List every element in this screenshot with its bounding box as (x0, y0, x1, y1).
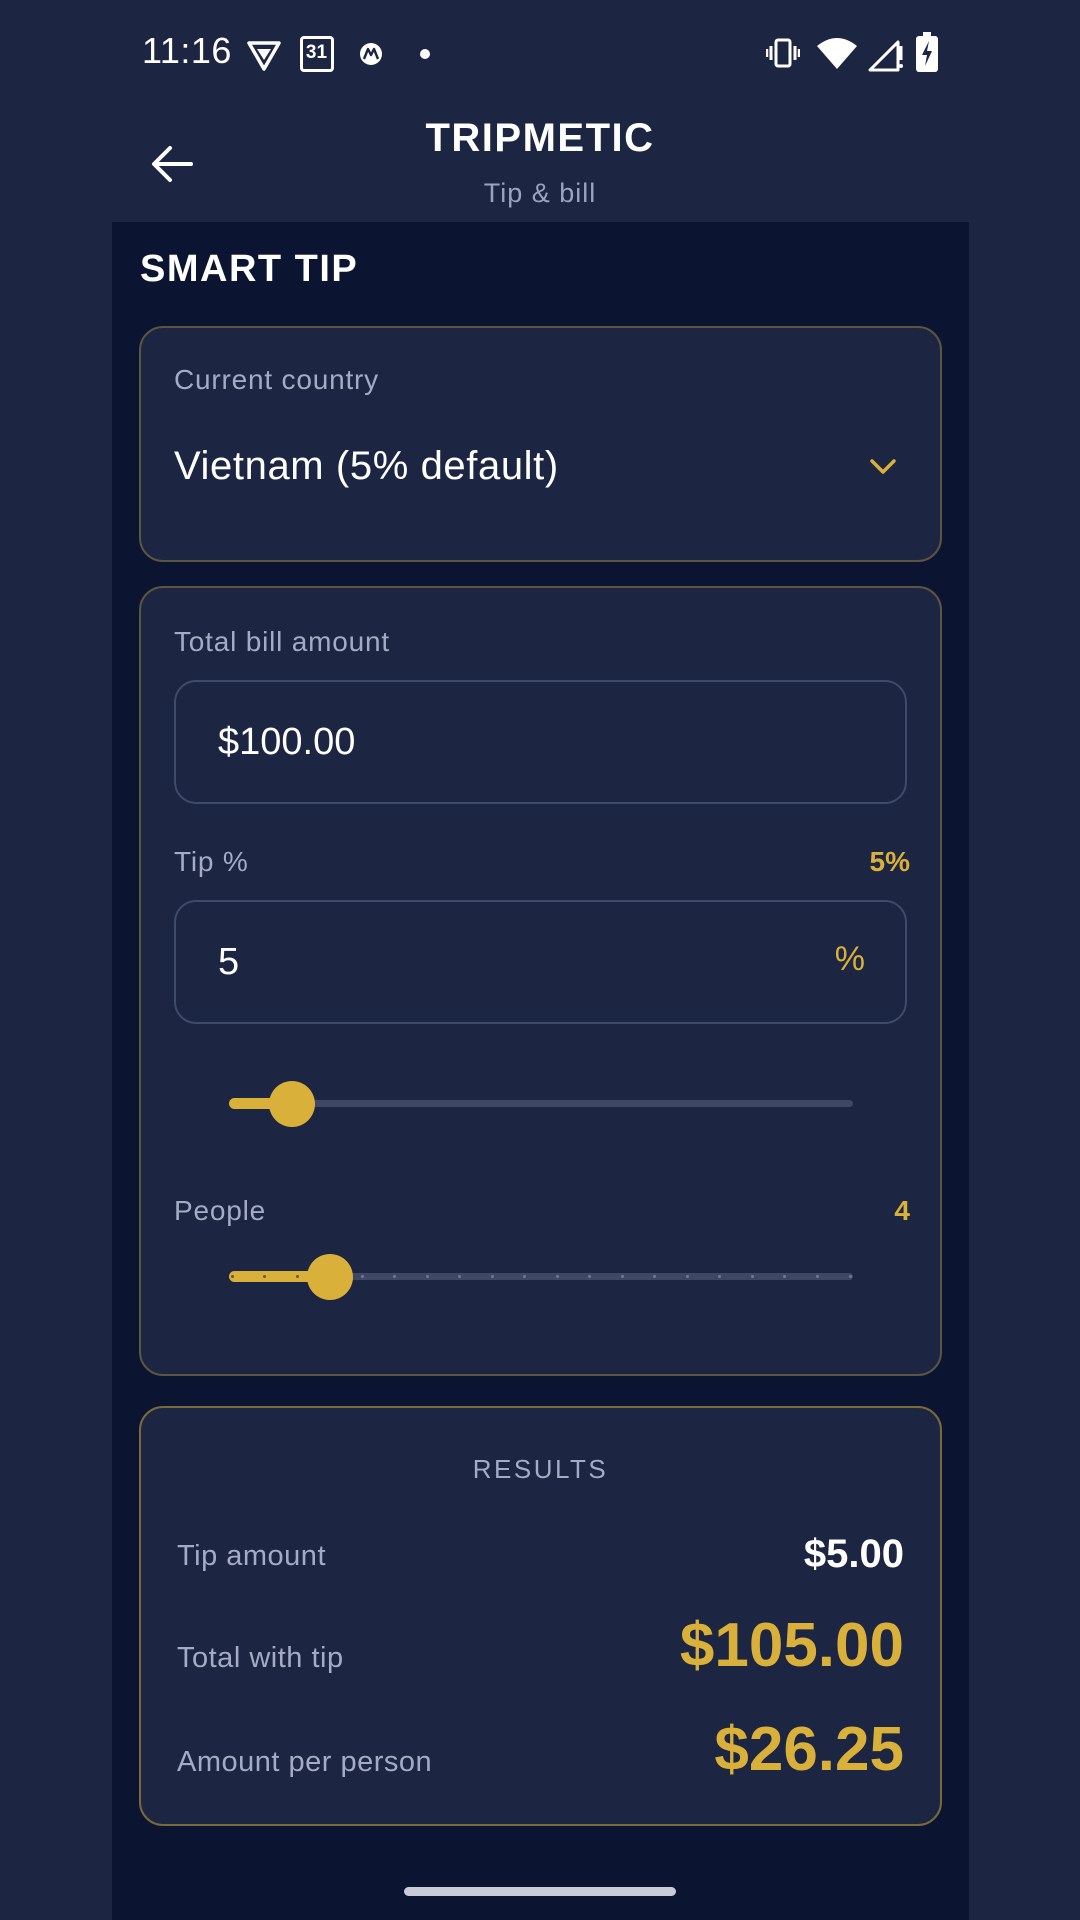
main-content: SMART TIP Current country Vietnam (5% de… (112, 222, 969, 1920)
people-label: People (174, 1195, 266, 1226)
tip-amount-label: Tip amount (177, 1540, 326, 1572)
total-with-tip-label: Total with tip (177, 1642, 344, 1674)
status-bar: 11:16 31 (0, 0, 1080, 110)
signal-icon (868, 40, 903, 72)
people-slider-tick (685, 1275, 689, 1278)
people-slider-tick (360, 1275, 364, 1278)
calendar-icon: 31 (300, 36, 334, 72)
country-dropdown[interactable]: Vietnam (5% default) (141, 428, 940, 508)
people-slider-tick (230, 1275, 234, 1278)
amount-per-person-label: Amount per person (177, 1746, 433, 1778)
notification-dot-icon (420, 49, 430, 59)
people-slider-tick (263, 1275, 267, 1278)
app-title: TRIPMETIC (425, 116, 655, 160)
bill-label: Total bill amount (174, 626, 390, 657)
country-selected-value: Vietnam (5% default) (174, 444, 559, 488)
people-slider-tick (620, 1275, 624, 1278)
bill-amount-input[interactable] (216, 682, 816, 802)
motorola-icon (360, 43, 382, 65)
vibrate-icon (766, 38, 800, 68)
bill-amount-field[interactable] (174, 680, 907, 804)
section-title: SMART TIP (140, 248, 359, 290)
tip-percent-field[interactable]: % (174, 900, 907, 1024)
tip-slider-thumb[interactable] (268, 1081, 315, 1127)
navigation-handle[interactable] (404, 1887, 676, 1896)
bill-input-card: Total bill amount Tip % 5% % People 4 (139, 586, 942, 1376)
people-slider-thumb[interactable] (306, 1254, 353, 1300)
country-label: Current country (174, 364, 379, 395)
people-count: 4 (894, 1195, 910, 1226)
results-card: RESULTS Tip amount $5.00 Total with tip … (139, 1406, 942, 1826)
people-slider-tick (295, 1275, 299, 1278)
amount-per-person-value: $26.25 (714, 1715, 904, 1784)
people-slider[interactable] (229, 1246, 853, 1306)
tip-slider[interactable] (229, 1073, 853, 1133)
percent-suffix: % (834, 940, 865, 978)
wifi-icon (817, 38, 857, 69)
results-title: RESULTS (472, 1454, 609, 1484)
people-slider-tick (750, 1275, 754, 1278)
vpn-shield-icon (247, 41, 281, 71)
app-subtitle: Tip & bill (483, 178, 597, 208)
people-slider-tick (425, 1275, 429, 1278)
battery-charging-icon (916, 32, 938, 72)
tip-label: Tip % (174, 846, 249, 877)
chevron-down-icon (870, 459, 896, 474)
people-slider-tick (555, 1275, 559, 1278)
app-bar: TRIPMETIC Tip & bill (0, 110, 1080, 222)
status-time: 11:16 (142, 30, 232, 71)
tip-slider-track (229, 1100, 853, 1107)
tip-percent-input[interactable] (216, 902, 816, 1022)
people-slider-tick (848, 1275, 852, 1278)
total-with-tip-value: $105.00 (679, 1611, 904, 1680)
country-card: Current country Vietnam (5% default) (139, 326, 942, 562)
calendar-day: 31 (305, 42, 328, 63)
people-slider-tick (490, 1275, 494, 1278)
tip-percent-badge: 5% (869, 846, 910, 877)
tip-amount-value: $5.00 (803, 1532, 904, 1576)
people-slider-tick (815, 1275, 819, 1278)
